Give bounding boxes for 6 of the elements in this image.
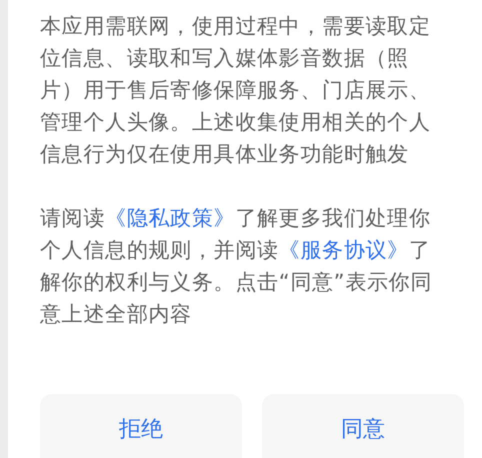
permission-notice: 本应用需联网，使用过程中，需要读取定位信息、读取和写入媒体影音数据（照片）用于售后寄修保障服务、门店展示、管理个人头像。上述收集使用相关的个人信息行为仅在使用具体业务功能时触发 bbox=[40, 13, 432, 168]
dialog-button[interactable]: 拒绝 bbox=[40, 394, 242, 458]
agreement-link[interactable]: 《服务协议》 bbox=[278, 238, 409, 262]
dialog-button[interactable]: 同意 bbox=[262, 394, 464, 458]
consent-notice: 请阅读《隐私政策》了解更多我们处理你个人信息的规则，并阅读《服务协议》了解你的权利与义务。点击“同意”表示你同意上述全部内容 bbox=[40, 205, 434, 328]
agreement-link[interactable]: 《隐私政策》 bbox=[105, 206, 236, 230]
